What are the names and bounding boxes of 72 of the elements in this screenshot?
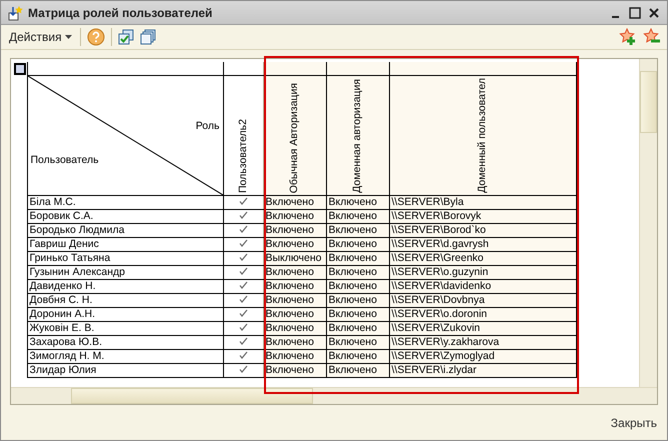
select-all-icon[interactable] [14, 62, 26, 75]
column-header: Доменная авторизация [351, 79, 364, 193]
user-name-cell: Гавриш Денис [30, 238, 99, 250]
auth-cell: Выключено [266, 252, 322, 264]
auth-cell: Включено [266, 336, 314, 348]
auth-cell: Включено [266, 224, 314, 236]
domain-user-cell: \\SERVER\o.doronin [392, 308, 488, 320]
close-icon[interactable] [647, 6, 661, 20]
close-button[interactable]: Закрыть [608, 414, 659, 432]
user-name-cell: Гринько Татьяна [30, 252, 110, 264]
domain-user-cell: \\SERVER\Byla [392, 196, 464, 208]
actions-menu[interactable]: Действия [7, 28, 74, 46]
user-name-cell: Довбня С. Н. [30, 294, 92, 306]
app-icon [7, 4, 23, 20]
domain-user-cell: \\SERVER\davidenko [392, 280, 492, 292]
domain-auth-cell: Включено [328, 280, 377, 292]
auth-cell: Включено [266, 196, 314, 208]
user-name-cell: Захарова Ю.В. [30, 336, 102, 348]
window-title: Матрица ролей пользователей [28, 6, 214, 20]
user-name-cell: Доронин А.Н. [30, 308, 96, 320]
domain-auth-cell: Включено [328, 252, 377, 264]
domain-user-cell: \\SERVER\d.gavrysh [392, 238, 489, 250]
domain-user-cell: \\SERVER\Dovbnya [392, 294, 485, 306]
auth-cell: Включено [266, 280, 314, 292]
auth-cell: Включено [266, 350, 314, 362]
row-header-label: Роль [196, 120, 220, 133]
user-name-cell: Жуковін Е. В. [30, 322, 94, 334]
domain-user-cell: \\SERVER\i.zlydar [392, 364, 476, 376]
column-header-label: Пользователь [30, 154, 99, 167]
maximize-icon[interactable] [628, 6, 642, 20]
domain-auth-cell: Включено [328, 336, 377, 348]
domain-auth-cell: Включено [328, 294, 377, 306]
domain-user-cell: \\SERVER\Borod`ko [392, 224, 486, 236]
domain-user-cell: \\SERVER\Borovyk [392, 210, 482, 222]
auth-cell: Включено [266, 308, 314, 320]
domain-user-cell: \\SERVER\Greenko [392, 252, 484, 264]
domain-auth-cell: Включено [328, 224, 377, 236]
domain-user-cell: \\SERVER\o.guzynin [392, 266, 488, 278]
column-header: Пользователь2 [236, 119, 250, 193]
domain-auth-cell: Включено [328, 266, 377, 278]
domain-auth-cell: Включено [328, 210, 377, 222]
user-name-cell: Зимогляд Н. М. [30, 350, 104, 362]
user-name-cell: Гузынин Александр [30, 266, 126, 278]
domain-user-cell: \\SERVER\Zymoglyad [392, 350, 495, 362]
user-name-cell: Злидар Юлия [30, 364, 96, 376]
column-header: Обычная Авторизация [288, 82, 301, 193]
auth-cell: Включено [266, 210, 314, 222]
auth-cell: Включено [266, 266, 314, 278]
auth-cell: Включено [266, 294, 314, 306]
domain-auth-cell: Включено [328, 350, 377, 362]
auth-cell: Включено [266, 322, 314, 334]
domain-auth-cell: Включено [328, 364, 377, 376]
domain-auth-cell: Включено [328, 322, 377, 334]
caret-icon [64, 35, 72, 39]
auth-cell: Включено [266, 364, 314, 376]
user-name-cell: Боровик С.А. [30, 210, 94, 222]
auth-cell: Включено [266, 238, 314, 250]
domain-auth-cell: Включено [328, 196, 377, 208]
domain-auth-cell: Включено [328, 238, 377, 250]
domain-auth-cell: Включено [328, 308, 377, 320]
user-name-cell: Давиденко Н. [30, 280, 96, 292]
domain-user-cell: \\SERVER\Zukovin [392, 322, 480, 334]
windows-icon[interactable] [140, 29, 156, 45]
user-name-cell: Біла М.С. [30, 196, 76, 208]
star-plus-icon[interactable] [619, 28, 637, 46]
horizontal-scrollbar[interactable] [11, 387, 657, 404]
user-name-cell: Бородько Людмила [30, 224, 124, 236]
vertical-scrollbar[interactable] [639, 59, 657, 387]
column-header: Доменный пользовател [476, 78, 489, 193]
help-icon[interactable] [86, 28, 105, 46]
domain-user-cell: \\SERVER\y.zakharova [392, 336, 500, 348]
check-windows-icon[interactable] [118, 29, 134, 45]
